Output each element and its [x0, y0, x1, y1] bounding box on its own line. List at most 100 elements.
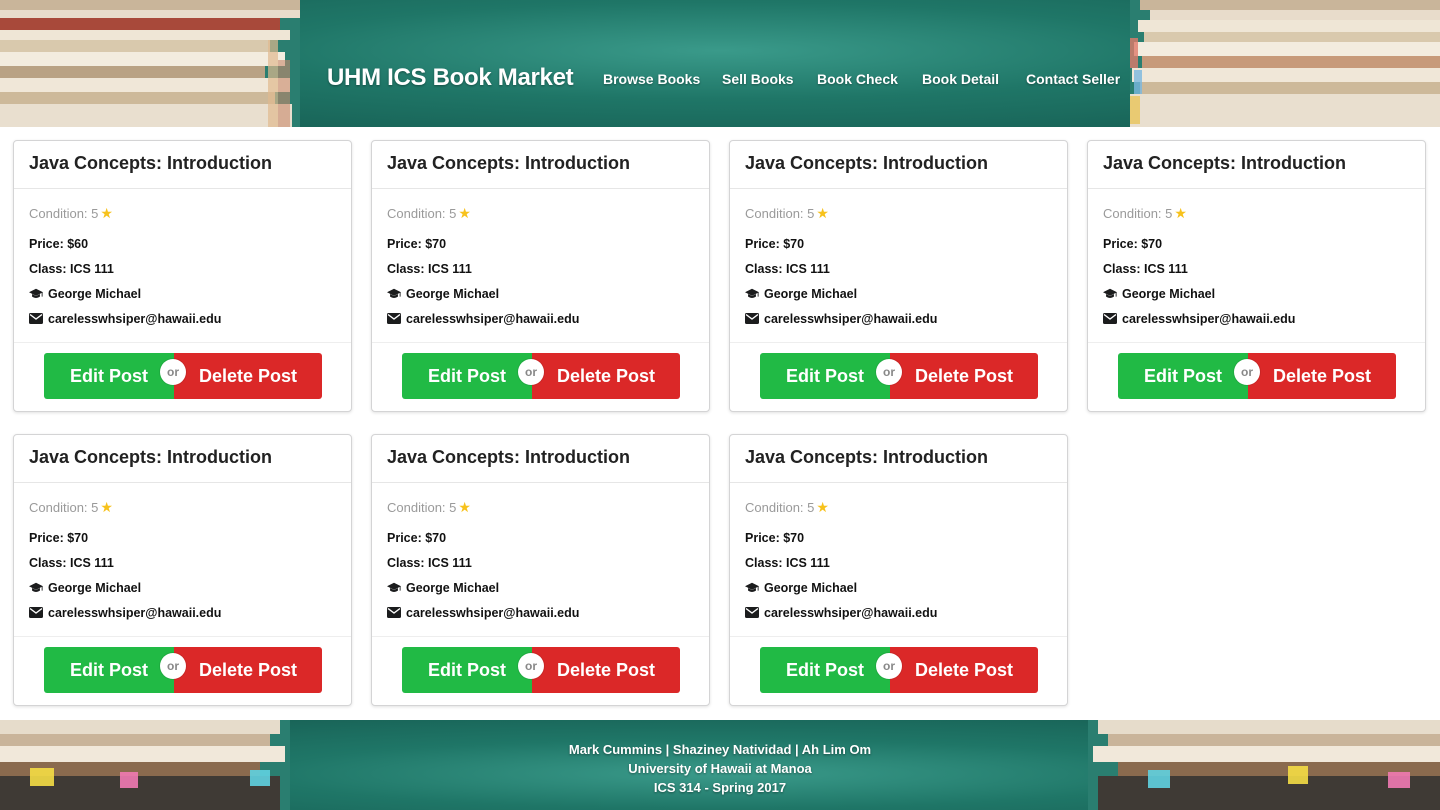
price-row: Price: $70: [745, 236, 1052, 252]
price-row: Price: $70: [387, 236, 694, 252]
or-divider: or: [1234, 359, 1260, 385]
card-actions: Edit Post Delete Post or: [14, 343, 351, 411]
nav-browse-books[interactable]: Browse Books: [603, 71, 700, 87]
edit-post-button[interactable]: Edit Post: [44, 647, 174, 693]
delete-post-button[interactable]: Delete Post: [532, 353, 680, 399]
condition-label: Condition: 5: [745, 205, 815, 221]
delete-post-button[interactable]: Delete Post: [532, 647, 680, 693]
condition-label: Condition: 5: [387, 499, 457, 515]
seller-email: carelesswhsiper@hawaii.edu: [764, 606, 938, 620]
condition-rating: Condition: 5 ★: [745, 205, 1052, 221]
condition-rating: Condition: 5 ★: [29, 499, 336, 515]
envelope-icon: [1103, 313, 1117, 325]
envelope-icon: [29, 313, 43, 325]
seller-row: George Michael: [745, 286, 1052, 302]
delete-post-button[interactable]: Delete Post: [174, 647, 322, 693]
book-card: Java Concepts: Introduction Condition: 5 ★…: [371, 434, 710, 706]
nav-sell-books[interactable]: Sell Books: [722, 71, 794, 87]
seller-name: George Michael: [48, 581, 142, 595]
seller-email: carelesswhsiper@hawaii.edu: [406, 606, 580, 620]
condition-label: Condition: 5: [745, 499, 815, 515]
nav-book-check[interactable]: Book Check: [817, 71, 898, 87]
class-row: Class: ICS 111: [29, 261, 336, 277]
star-icon: ★: [816, 498, 829, 515]
graduation-cap-icon: [1103, 288, 1117, 300]
edit-post-button[interactable]: Edit Post: [402, 353, 532, 399]
nav-book-detail[interactable]: Book Detail: [922, 71, 999, 87]
header-banner: UHM ICS Book Market Browse Books Sell Bo…: [0, 0, 1440, 127]
graduation-cap-icon: [745, 288, 759, 300]
envelope-icon: [387, 313, 401, 325]
class-label: Class: ICS 111: [29, 556, 114, 570]
price-row: Price: $70: [29, 530, 336, 546]
class-label: Class: ICS 111: [745, 262, 830, 276]
price-row: Price: $70: [387, 530, 694, 546]
footer-credits: Mark Cummins | Shaziney Natividad | Ah L…: [420, 740, 1020, 797]
price-label: Price: $70: [387, 531, 447, 545]
delete-post-button[interactable]: Delete Post: [890, 647, 1038, 693]
edit-post-button[interactable]: Edit Post: [1118, 353, 1248, 399]
price-row: Price: $70: [745, 530, 1052, 546]
star-icon: ★: [1174, 204, 1187, 221]
book-title: Java Concepts: Introduction: [29, 447, 273, 467]
seller-email: carelesswhsiper@hawaii.edu: [48, 606, 222, 620]
delete-post-button[interactable]: Delete Post: [890, 353, 1038, 399]
book-title: Java Concepts: Introduction: [745, 447, 989, 467]
condition-label: Condition: 5: [387, 205, 457, 221]
delete-post-button[interactable]: Delete Post: [1248, 353, 1396, 399]
class-label: Class: ICS 111: [745, 556, 830, 570]
or-divider: or: [518, 359, 544, 385]
edit-post-button[interactable]: Edit Post: [44, 353, 174, 399]
edit-post-button[interactable]: Edit Post: [402, 647, 532, 693]
footer-course: ICS 314 - Spring 2017: [653, 780, 787, 795]
delete-post-button[interactable]: Delete Post: [174, 353, 322, 399]
seller-row: George Michael: [29, 580, 336, 596]
class-row: Class: ICS 111: [745, 261, 1052, 277]
star-icon: ★: [816, 204, 829, 221]
star-icon: ★: [100, 204, 113, 221]
card-header: Java Concepts: Introduction: [372, 435, 709, 483]
star-icon: ★: [458, 204, 471, 221]
or-divider: or: [876, 653, 902, 679]
price-label: Price: $60: [29, 237, 89, 251]
condition-rating: Condition: 5 ★: [29, 205, 336, 221]
edit-post-button[interactable]: Edit Post: [760, 353, 890, 399]
card-actions: Edit Post Delete Post or: [372, 343, 709, 411]
seller-row: George Michael: [29, 286, 336, 302]
class-row: Class: ICS 111: [387, 261, 694, 277]
seller-name: George Michael: [48, 287, 142, 301]
book-card: Java Concepts: Introduction Condition: 5 ★…: [13, 140, 352, 412]
class-row: Class: ICS 111: [29, 555, 336, 571]
email-row: carelesswhsiper@hawaii.edu: [745, 605, 1052, 621]
book-title: Java Concepts: Introduction: [29, 153, 273, 173]
class-label: Class: ICS 111: [29, 262, 114, 276]
footer-books-left: [0, 720, 290, 810]
edit-post-button[interactable]: Edit Post: [760, 647, 890, 693]
class-row: Class: ICS 111: [745, 555, 1052, 571]
card-actions: Edit Post Delete Post or: [14, 637, 351, 705]
condition-label: Condition: 5: [29, 205, 99, 221]
card-body: Condition: 5 ★ Price: $70 Class: ICS 111 Geo…: [14, 483, 351, 637]
card-body: Condition: 5 ★ Price: $70 Class: ICS 111 Geo…: [730, 189, 1067, 343]
seller-email: carelesswhsiper@hawaii.edu: [764, 312, 938, 326]
nav-contact-seller[interactable]: Contact Seller: [1026, 71, 1120, 87]
book-card: Java Concepts: Introduction Condition: 5 ★…: [371, 140, 710, 412]
condition-label: Condition: 5: [29, 499, 99, 515]
book-card: Java Concepts: Introduction Condition: 5 ★…: [1087, 140, 1426, 412]
price-label: Price: $70: [745, 237, 805, 251]
seller-row: George Michael: [1103, 286, 1410, 302]
brand-title[interactable]: UHM ICS Book Market: [327, 64, 574, 92]
book-title: Java Concepts: Introduction: [387, 153, 631, 173]
envelope-icon: [29, 607, 43, 619]
price-label: Price: $70: [387, 237, 447, 251]
email-row: carelesswhsiper@hawaii.edu: [745, 311, 1052, 327]
card-header: Java Concepts: Introduction: [730, 435, 1067, 483]
condition-rating: Condition: 5 ★: [745, 499, 1052, 515]
card-actions: Edit Post Delete Post or: [1088, 343, 1425, 411]
footer-university: University of Hawaii at Manoa: [628, 761, 812, 776]
price-row: Price: $60: [29, 236, 336, 252]
class-row: Class: ICS 111: [387, 555, 694, 571]
seller-name: George Michael: [764, 287, 858, 301]
book-title: Java Concepts: Introduction: [1103, 153, 1347, 173]
book-title: Java Concepts: Introduction: [387, 447, 631, 467]
